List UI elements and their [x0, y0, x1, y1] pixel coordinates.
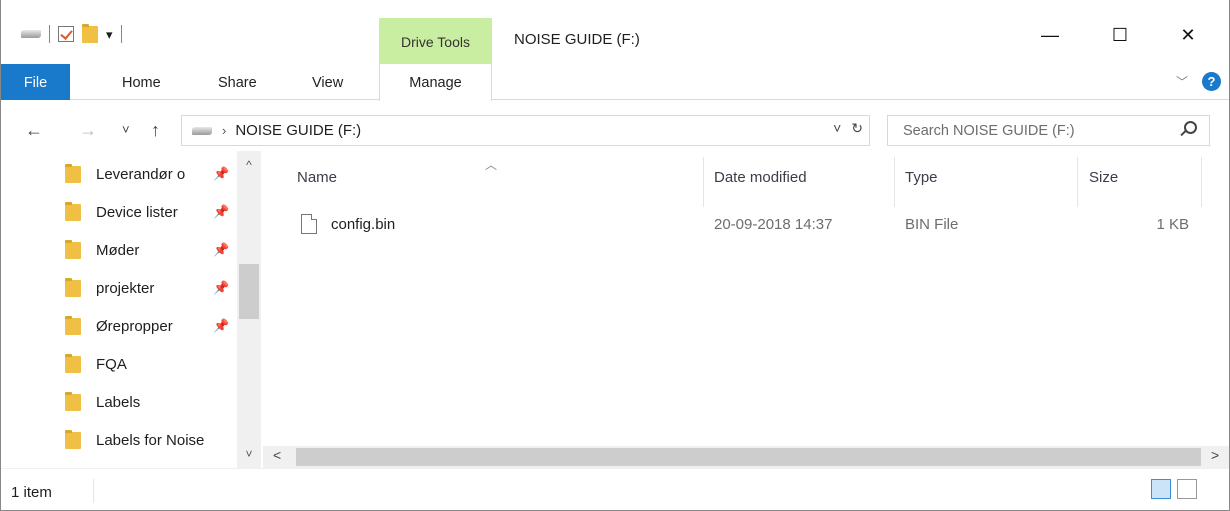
file-list: ︿ Name Date modified Type Size config.bi…	[263, 151, 1229, 446]
scroll-right-icon[interactable]: >	[1211, 447, 1219, 463]
search-input[interactable]: Search NOISE GUIDE (F:)	[903, 123, 1075, 139]
up-button[interactable]: ↑	[151, 115, 160, 145]
quick-access-toolbar: ▾	[21, 23, 122, 44]
tab-share[interactable]: Share	[218, 64, 257, 100]
folder-icon	[65, 429, 81, 449]
sidebar-item[interactable]: Møder 📌	[65, 231, 235, 269]
minimize-button[interactable]: —	[1027, 20, 1073, 50]
ribbon-right-controls: ﹀ ?	[1176, 72, 1221, 91]
help-icon[interactable]: ?	[1202, 72, 1221, 91]
sidebar-item-label: Labels for Noise	[96, 431, 205, 449]
tab-file[interactable]: File	[1, 64, 70, 100]
pin-icon[interactable]: 📌	[213, 242, 229, 258]
folder-icon	[65, 391, 81, 411]
column-divider[interactable]	[1077, 157, 1078, 207]
refresh-icon[interactable]: ↻	[851, 120, 863, 137]
back-button[interactable]: ←	[25, 115, 43, 145]
scroll-left-icon[interactable]: <	[273, 447, 281, 463]
maximize-button[interactable]: ☐	[1097, 20, 1143, 50]
column-divider[interactable]	[1201, 157, 1202, 207]
new-folder-icon[interactable]	[82, 23, 98, 43]
sort-ascending-icon: ︿	[485, 158, 498, 172]
navigation-bar: ← → ˅ ↑ › NOISE GUIDE (F:) ˅ ↻ Search NO…	[1, 111, 1229, 151]
details-view-icon[interactable]	[1151, 479, 1171, 499]
address-actions: ˅ ↻	[833, 120, 863, 137]
sidebar-item-label: Leverandør o	[96, 165, 186, 183]
column-divider[interactable]	[894, 157, 895, 207]
navigation-pane: Leverandør o 📌 Device lister 📌 Møder 📌 proj…	[1, 151, 263, 468]
column-header-type[interactable]: Type	[905, 169, 938, 186]
folder-icon	[65, 353, 81, 373]
scroll-up-icon[interactable]: ^	[237, 158, 261, 172]
toolbar-divider	[49, 25, 50, 43]
drive-icon	[192, 126, 212, 135]
properties-icon[interactable]	[58, 26, 74, 42]
sidebar-item[interactable]: Leverandør o 📌	[65, 155, 235, 193]
column-header-name[interactable]: Name	[297, 169, 337, 186]
folder-icon	[65, 315, 81, 335]
folder-icon	[65, 239, 81, 259]
pin-icon[interactable]: 📌	[213, 204, 229, 220]
horizontal-scrollbar[interactable]: < >	[263, 446, 1229, 468]
item-count: 1 item	[11, 484, 52, 501]
sidebar-item[interactable]: projekter 📌	[65, 269, 235, 307]
sidebar-item[interactable]: FQA	[65, 345, 235, 383]
ribbon-tabs: File Home Share View Manage ﹀ ?	[1, 64, 1229, 101]
sidebar-item[interactable]: Labels for Noise	[65, 421, 235, 459]
sidebar-scrollbar[interactable]: ^ ˅	[237, 151, 261, 468]
sidebar-item-label: Møder	[96, 241, 140, 259]
status-divider	[93, 479, 94, 503]
search-icon[interactable]	[1184, 121, 1197, 134]
file-explorer-window: ▾ Drive Tools NOISE GUIDE (F:) — ☐ ✕ Fil…	[0, 0, 1230, 511]
address-dropdown-icon[interactable]: ˅	[833, 120, 841, 137]
tab-home[interactable]: Home	[122, 64, 161, 100]
pin-icon[interactable]: 📌	[213, 280, 229, 296]
sidebar-item-label: FQA	[96, 355, 127, 373]
title-bar: ▾ Drive Tools NOISE GUIDE (F:) — ☐ ✕	[1, 0, 1229, 64]
chevron-right-icon[interactable]: ›	[222, 123, 226, 138]
breadcrumb[interactable]: NOISE GUIDE (F:)	[235, 122, 361, 139]
sidebar-item[interactable]: Labels	[65, 383, 235, 421]
file-date-modified: 20-09-2018 14:37	[714, 216, 833, 233]
customize-toolbar-icon[interactable]: ▾	[106, 28, 113, 41]
sidebar-item-label: Ørepropper	[96, 317, 173, 335]
sidebar-item-label: Device lister	[96, 203, 178, 221]
tab-manage[interactable]: Manage	[379, 64, 492, 101]
file-icon	[301, 214, 317, 234]
file-type: BIN File	[905, 216, 959, 233]
horizontal-scrollbar-thumb[interactable]	[296, 448, 1201, 466]
sidebar-item-label: projekter	[96, 279, 155, 297]
scroll-down-icon[interactable]: ˅	[237, 447, 261, 461]
drive-icon[interactable]	[21, 30, 41, 38]
sidebar-item-label: Labels	[96, 393, 141, 411]
folder-icon	[65, 277, 81, 297]
window-title: NOISE GUIDE (F:)	[514, 31, 640, 48]
address-bar[interactable]: › NOISE GUIDE (F:) ˅ ↻	[181, 115, 870, 146]
search-box[interactable]: Search NOISE GUIDE (F:)	[887, 115, 1210, 146]
expand-ribbon-icon[interactable]: ﹀	[1176, 73, 1188, 90]
sidebar-item[interactable]: Device lister 📌	[65, 193, 235, 231]
file-size: 1 KB	[1156, 216, 1189, 233]
status-bar: 1 item	[1, 468, 1229, 511]
column-header-size[interactable]: Size	[1089, 169, 1118, 186]
forward-button[interactable]: →	[79, 115, 97, 145]
sidebar-item[interactable]: Ørepropper 📌	[65, 307, 235, 345]
close-button[interactable]: ✕	[1165, 20, 1211, 50]
folder-icon	[65, 201, 81, 221]
folder-icon	[65, 163, 81, 183]
column-header-date-modified[interactable]: Date modified	[714, 169, 807, 186]
tab-view[interactable]: View	[312, 64, 343, 100]
pin-icon[interactable]: 📌	[213, 166, 229, 182]
column-divider[interactable]	[703, 157, 704, 207]
drive-tools-context-label: Drive Tools	[379, 18, 492, 64]
sidebar-scrollbar-thumb[interactable]	[239, 264, 259, 319]
pin-icon[interactable]: 📌	[213, 318, 229, 334]
file-name[interactable]: config.bin	[331, 216, 395, 233]
large-icons-view-icon[interactable]	[1177, 479, 1197, 499]
table-row[interactable]: config.bin 20-09-2018 14:37 BIN File 1 K…	[263, 208, 1229, 242]
recent-locations-button[interactable]: ˅	[122, 115, 130, 145]
toolbar-divider	[120, 25, 122, 43]
